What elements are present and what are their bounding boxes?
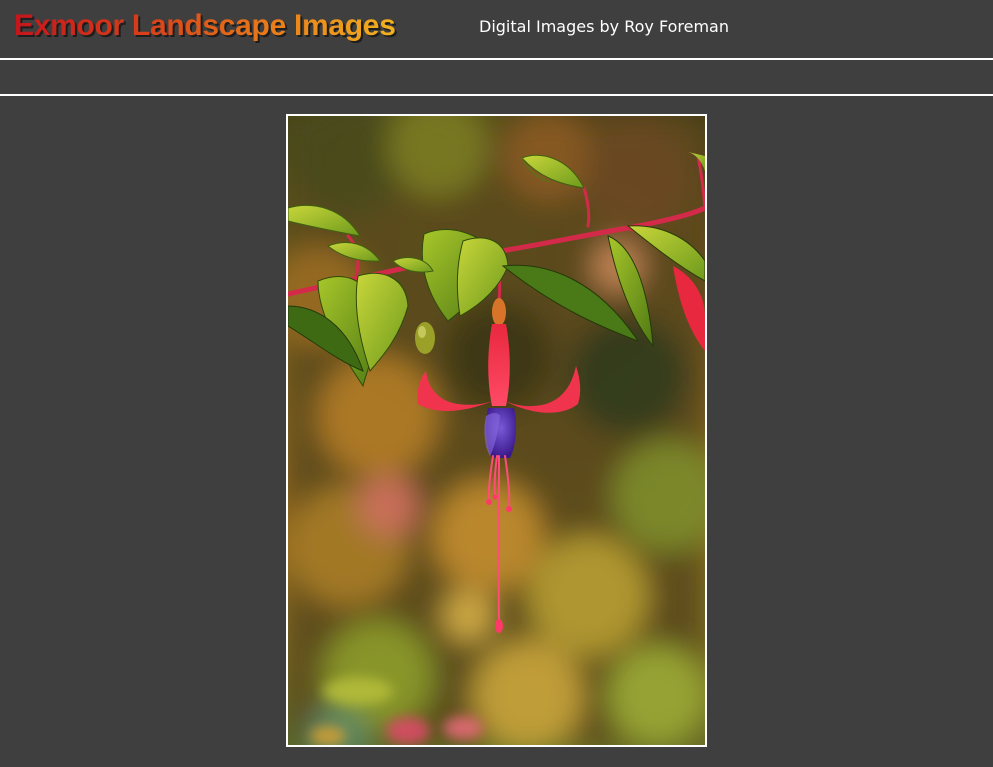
site-tagline: Digital Images by Roy Foreman	[479, 17, 729, 36]
site-header: Exmoor Landscape Images Exmoor Landscape…	[0, 0, 993, 58]
fuchsia-flower-photo[interactable]	[288, 116, 705, 745]
site-title[interactable]: Exmoor Landscape Images	[14, 8, 396, 44]
photo-frame	[286, 114, 707, 747]
page: Exmoor Landscape Images Exmoor Landscape…	[0, 0, 993, 767]
navigation-bar	[0, 60, 993, 94]
header-divider-bottom	[0, 94, 993, 96]
